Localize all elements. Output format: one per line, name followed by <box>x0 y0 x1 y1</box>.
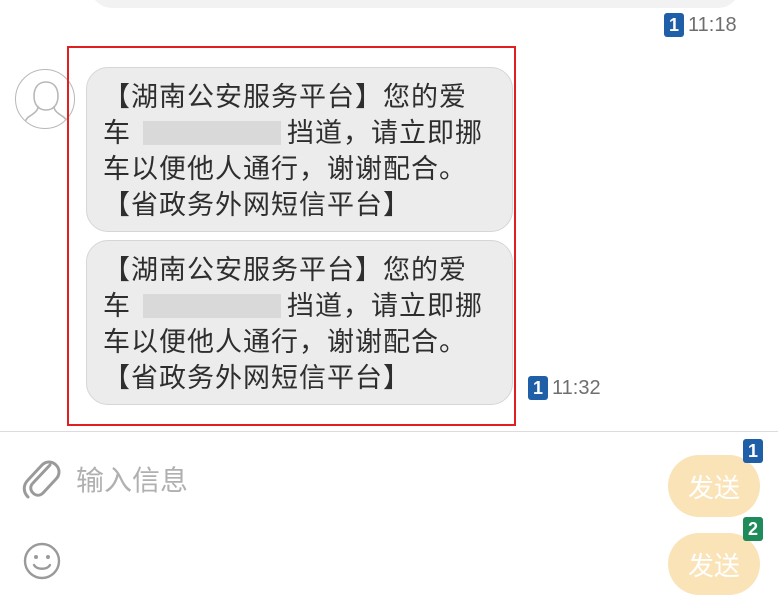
message-line: 【省政务外网短信平台】 <box>103 363 411 394</box>
message-line: 【省政务外网短信平台】 <box>103 190 411 221</box>
message-line-prefix: 车 <box>103 118 131 149</box>
sim1-badge: 1 <box>743 439 763 463</box>
message-line: 车 挡道，请立即挪 <box>103 116 498 152</box>
message-line-rest: 挡道，请立即挪 <box>287 118 483 149</box>
message-bubble[interactable]: 【湖南公安服务平台】您的爱 车 挡道，请立即挪 车以便他人通行，谢谢配合。 【省政… <box>86 240 513 405</box>
redacted-plate <box>143 294 281 318</box>
send-button-sim1[interactable]: 发送 1 <box>668 439 763 517</box>
sim1-badge: 1 <box>664 13 684 37</box>
send-label: 发送 <box>687 473 740 504</box>
message-line-rest: 挡道，请立即挪 <box>287 291 483 322</box>
timestamp-text: 11:18 <box>688 13 737 36</box>
message-line: 车 挡道，请立即挪 <box>103 289 498 325</box>
message-timestamp-bottom: 1 11:32 <box>528 376 601 400</box>
send-button-sim2[interactable]: 发送 2 <box>668 517 763 595</box>
paperclip-icon[interactable] <box>20 455 62 503</box>
message-line-prefix: 车 <box>103 291 131 322</box>
message-timestamp-top: 1 11:18 <box>664 13 737 37</box>
sim2-badge: 2 <box>743 517 763 541</box>
timestamp-text: 11:32 <box>552 376 601 399</box>
redacted-plate <box>143 121 281 145</box>
contact-avatar[interactable] <box>15 69 75 129</box>
send-label: 发送 <box>687 551 740 582</box>
previous-message-bubble[interactable] <box>90 0 740 8</box>
sms-conversation-screen: 1 11:18 【湖南公安服务平台】您的爱 车挡道，请立即挪 车以便他人通行，谢… <box>0 0 778 608</box>
message-bubble[interactable]: 【湖南公安服务平台】您的爱 车 挡道，请立即挪 车以便他人通行，谢谢配合。 【省政… <box>86 67 513 232</box>
message-line: 【湖南公安服务平台】您的爱 <box>103 82 467 113</box>
message-input[interactable] <box>76 460 636 500</box>
smiley-icon[interactable] <box>22 541 62 581</box>
sim1-badge: 1 <box>528 376 548 400</box>
message-line: 车以便他人通行，谢谢配合。 <box>103 154 467 185</box>
composer-divider <box>0 431 778 432</box>
message-line: 车以便他人通行，谢谢配合。 <box>103 327 467 358</box>
message-line: 【湖南公安服务平台】您的爱 <box>103 255 467 286</box>
